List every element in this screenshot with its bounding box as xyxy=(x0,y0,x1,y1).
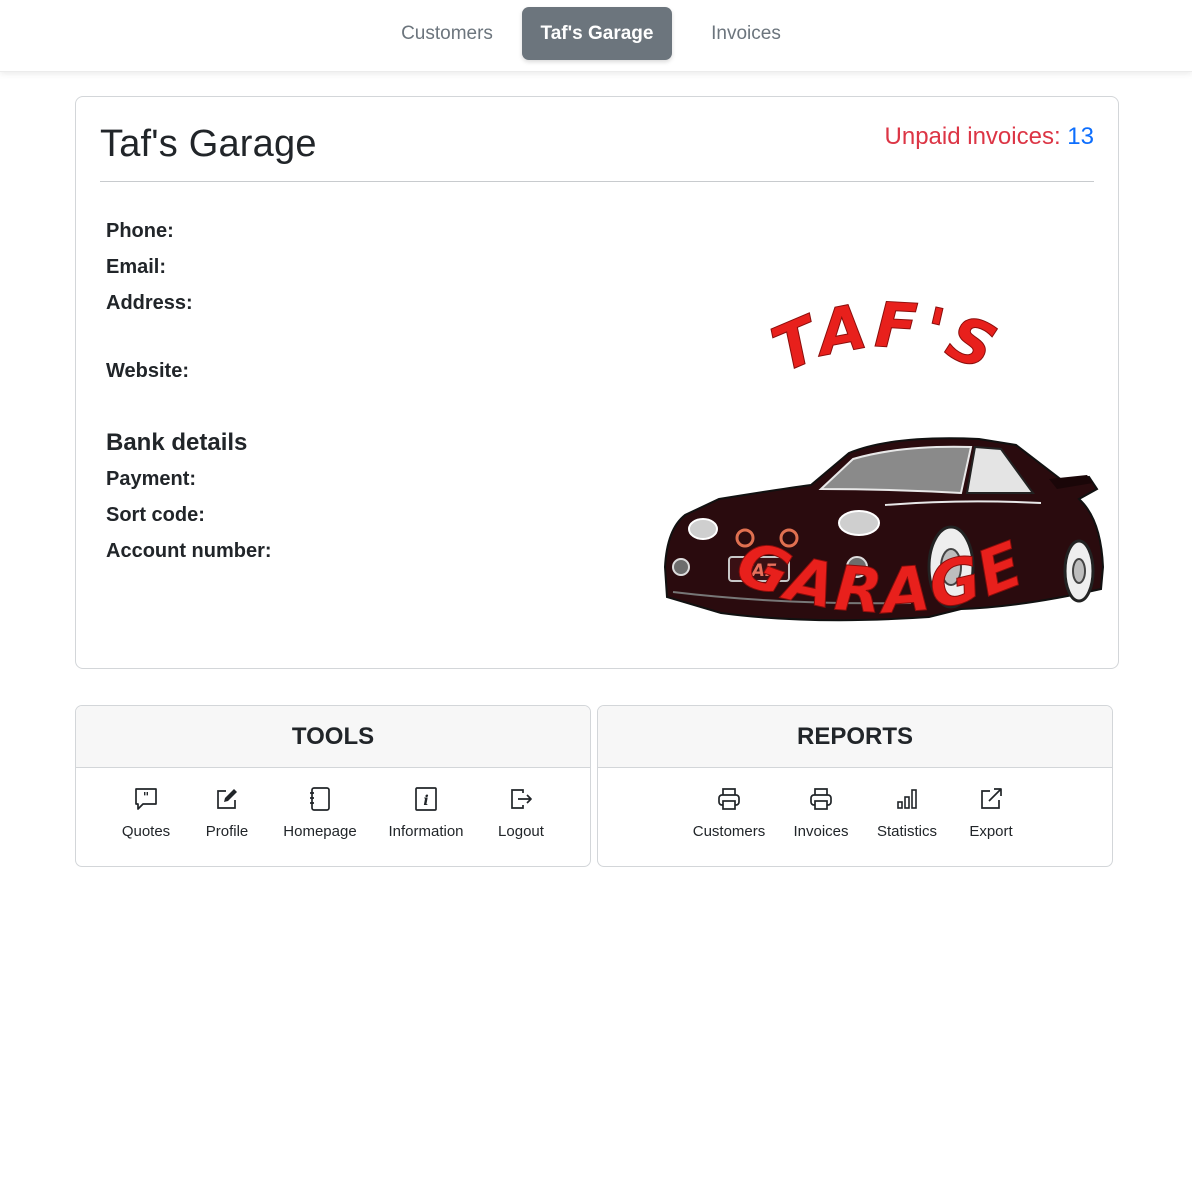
tool-quotes-label: Quotes xyxy=(121,823,171,840)
svg-text:": " xyxy=(143,790,149,804)
garage-profile-card: Taf's Garage Unpaid invoices: 13 Phone: … xyxy=(75,96,1119,669)
svg-text:i: i xyxy=(423,793,428,809)
logout-icon xyxy=(511,789,532,809)
export-icon xyxy=(981,788,1002,809)
report-statistics[interactable]: Statistics xyxy=(876,786,938,840)
unpaid-invoices-count[interactable]: 13 xyxy=(1067,123,1094,150)
info-icon: i xyxy=(415,787,437,811)
report-customers-label: Customers xyxy=(692,823,766,840)
garage-logo: TAF'S TAF GARAGE xyxy=(663,288,1105,627)
tool-logout-label: Logout xyxy=(498,823,544,840)
tool-profile[interactable]: Profile xyxy=(202,786,252,840)
address-label: Address: xyxy=(106,292,193,314)
tool-homepage-label: Homepage xyxy=(283,823,357,840)
website-label: Website: xyxy=(106,360,189,382)
logo-top-text: TAF'S xyxy=(762,288,1010,386)
tool-information[interactable]: i Information xyxy=(386,786,466,840)
tool-logout[interactable]: Logout xyxy=(494,786,548,840)
sort-code-label: Sort code: xyxy=(106,504,205,526)
tools-panel: TOOLS " Quotes Profile Homepage i Inform… xyxy=(75,705,591,867)
printer-icon xyxy=(810,788,832,810)
email-label: Email: xyxy=(106,256,167,278)
quote-icon: " xyxy=(135,788,157,810)
reports-header: REPORTS xyxy=(598,706,1112,768)
nav-item-tafs-garage[interactable]: Taf's Garage xyxy=(522,7,672,60)
account-number-label: Account number: xyxy=(106,540,272,562)
printer-icon xyxy=(718,788,740,810)
nav-item-customers[interactable]: Customers xyxy=(386,7,508,60)
tools-header: TOOLS xyxy=(76,706,590,768)
tool-quotes[interactable]: " Quotes xyxy=(120,786,172,840)
report-export-label: Export xyxy=(969,823,1013,840)
reports-panel: REPORTS Customers Invoices Statistics Ex… xyxy=(597,705,1113,867)
tool-homepage[interactable]: Homepage xyxy=(281,786,359,840)
phone-label: Phone: xyxy=(106,220,174,242)
bar-chart-icon xyxy=(897,789,917,809)
report-statistics-label: Statistics xyxy=(876,823,937,840)
report-invoices-label: Invoices xyxy=(793,823,849,840)
nav-item-invoices[interactable]: Invoices xyxy=(694,7,798,60)
top-nav: Customers Taf's Garage Invoices xyxy=(0,0,1192,72)
title-divider xyxy=(100,181,1094,182)
notebook-icon xyxy=(310,787,330,811)
report-customers[interactable]: Customers xyxy=(692,786,766,840)
unpaid-invoices-label: Unpaid invoices: xyxy=(884,123,1061,150)
tool-profile-label: Profile xyxy=(205,823,249,840)
bank-details-heading: Bank details xyxy=(106,429,248,456)
report-export[interactable]: Export xyxy=(968,786,1014,840)
tool-information-label: Information xyxy=(388,823,464,840)
report-invoices[interactable]: Invoices xyxy=(793,786,849,840)
unpaid-invoices-summary: Unpaid invoices: 13 xyxy=(885,123,1094,151)
payment-label: Payment: xyxy=(106,468,197,490)
page-title: Taf's Garage xyxy=(100,123,317,165)
edit-icon xyxy=(217,789,237,809)
